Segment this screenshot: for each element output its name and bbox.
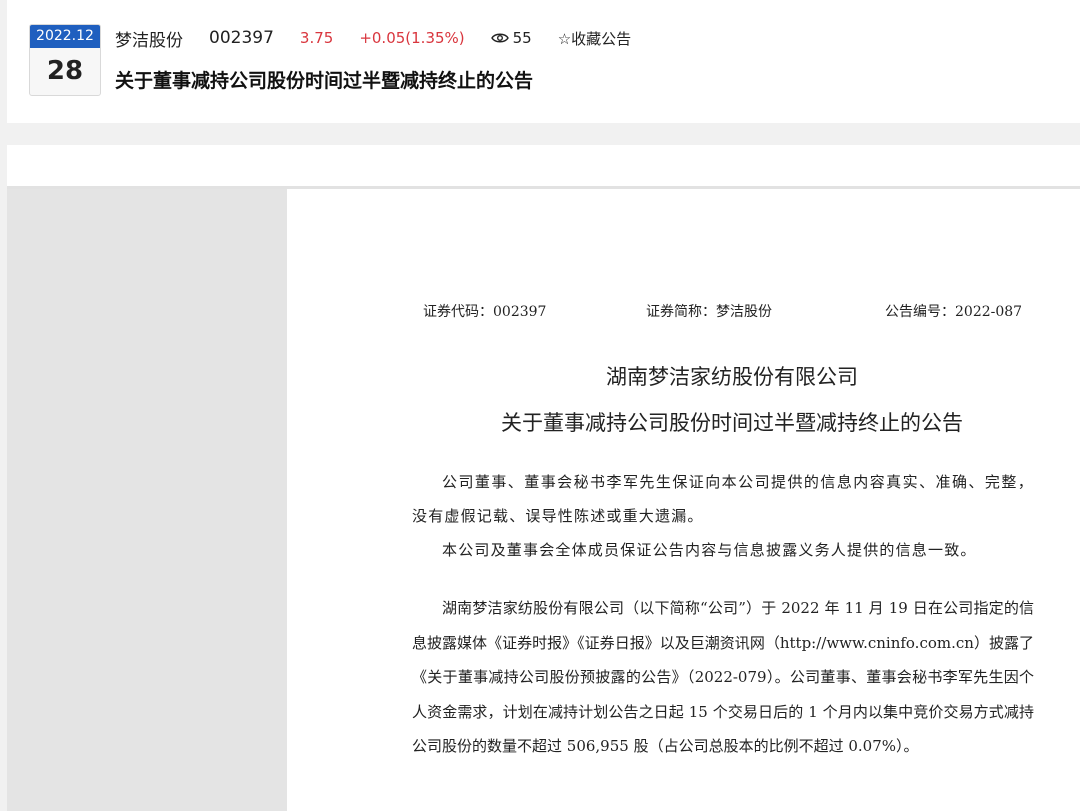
date-day: 28 bbox=[46, 56, 84, 86]
favorite-button[interactable]: ☆收藏公告 bbox=[558, 28, 631, 49]
stock-info-row: 梦洁股份 002397 3.75 +0.05(1.35%) 55 ☆收藏公告 bbox=[115, 26, 631, 51]
toolbar-band bbox=[7, 145, 1080, 189]
view-count: 55 bbox=[490, 29, 532, 47]
statement-paragraph: 公司董事、董事会秘书李军先生保证向本公司提供的信息内容真实、准确、完整，没有虚假… bbox=[412, 473, 1034, 525]
document-title: 关于董事减持公司股份时间过半暨减持终止的公告 bbox=[501, 411, 963, 435]
announcement-number: 公告编号：2022-087 bbox=[885, 304, 1023, 320]
body-paragraph: 湖南梦洁家纺股份有限公司（以下简称“公司”）于 2022 年 11 月 19 日… bbox=[412, 599, 1034, 755]
document-page: 证券代码：002397 证券简称：梦洁股份 公告编号：2022-087 湖南梦洁… bbox=[287, 189, 1080, 811]
stock-price: 3.75 bbox=[299, 29, 334, 47]
stock-change: +0.05(1.35%) bbox=[359, 29, 465, 47]
board-statement-paragraph: 本公司及董事会全体成员保证公告内容与信息披露义务人提供的信息一致。 bbox=[442, 541, 977, 559]
stock-code: 002397 bbox=[209, 28, 274, 48]
stock-name-link[interactable]: 梦洁股份 bbox=[115, 26, 183, 51]
company-name: 湖南梦洁家纺股份有限公司 bbox=[606, 365, 858, 389]
securities-code: 证券代码：002397 bbox=[423, 304, 547, 320]
securities-abbreviation: 证券简称：梦洁股份 bbox=[646, 304, 772, 320]
announcement-header: 2022.12 28 梦洁股份 002397 3.75 +0.05(1.35%)… bbox=[7, 0, 1080, 123]
eye-icon bbox=[490, 33, 509, 43]
view-count-value: 55 bbox=[512, 29, 532, 47]
date-badge: 2022.12 28 bbox=[29, 24, 101, 96]
date-month: 2022.12 bbox=[30, 25, 100, 48]
page-title: 关于董事减持公司股份时间过半暨减持终止的公告 bbox=[115, 70, 534, 92]
pdf-viewer[interactable]: 证券代码：002397 证券简称：梦洁股份 公告编号：2022-087 湖南梦洁… bbox=[7, 189, 1080, 811]
